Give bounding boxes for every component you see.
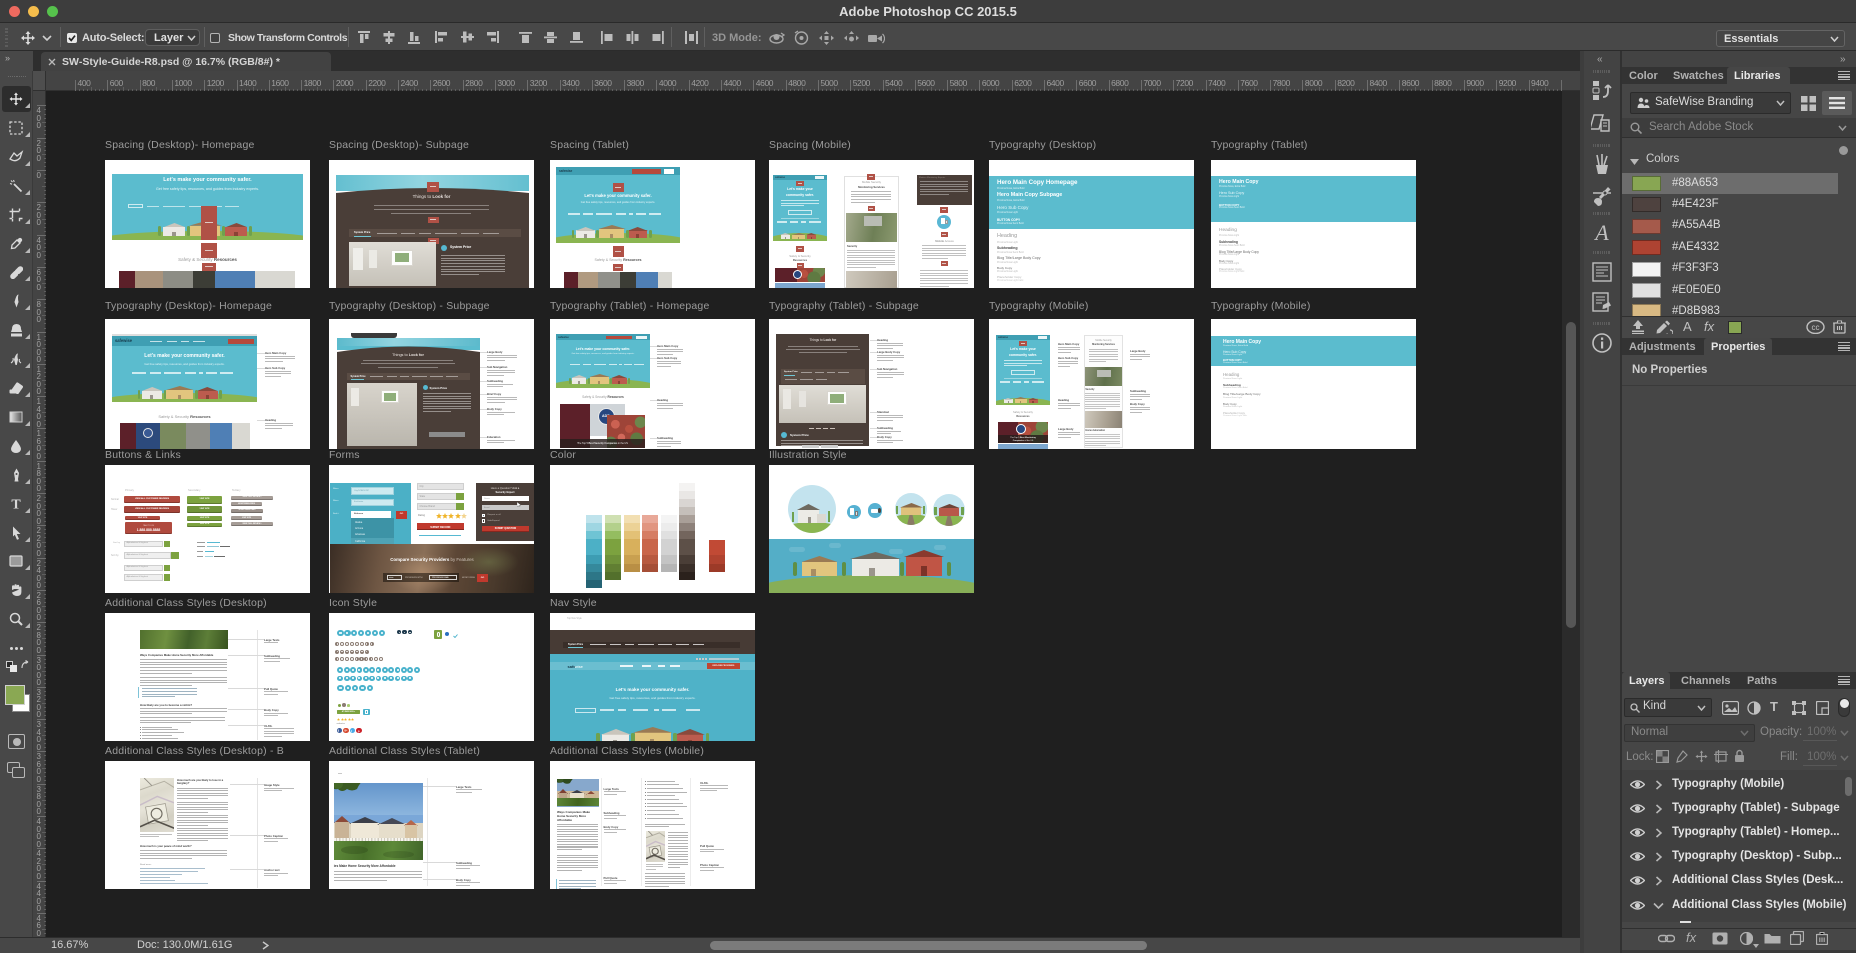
svg-text:cc: cc	[1812, 323, 1820, 332]
svg-text:A: A	[1593, 221, 1609, 243]
svg-text:T: T	[11, 498, 21, 511]
